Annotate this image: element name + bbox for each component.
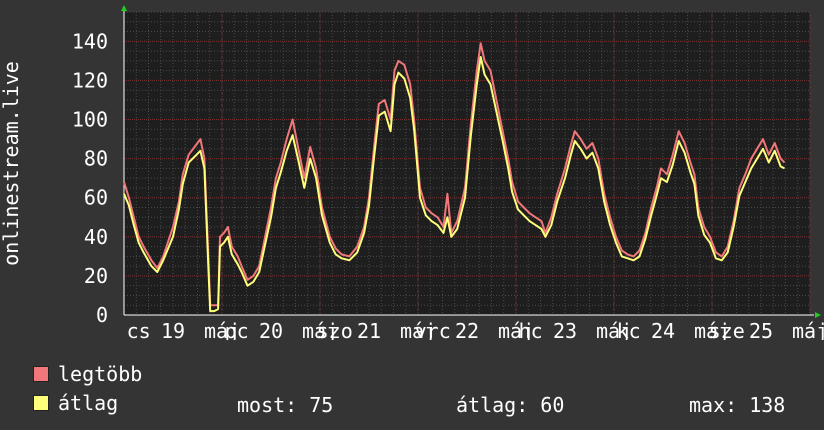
y-tick-label: 60 (84, 186, 108, 210)
x-tick-label: sze (709, 319, 745, 340)
x-axis-arrow (815, 312, 821, 318)
legend-swatch-avg (33, 395, 49, 411)
x-tick-label: pc (225, 319, 249, 340)
x-tick-label: máj (792, 319, 824, 340)
legend-swatch-max (33, 366, 49, 382)
y-tick-label: 140 (72, 29, 108, 53)
stat-average: átlag: 60 (456, 393, 565, 417)
x-tick-label: vrc (415, 319, 451, 340)
x-tick-label: 22 (455, 319, 479, 340)
x-tick-label: 20 (259, 319, 283, 340)
y-tick-label: 0 (96, 303, 108, 327)
x-tick-label: szo (317, 319, 353, 340)
y-tick-label: 20 (84, 264, 108, 288)
y-axis-label: onlinestream.live (0, 61, 23, 266)
legend-label-max: legtöbb (58, 362, 143, 386)
legend-label-avg: átlag (58, 391, 119, 415)
x-tick-label: 24 (651, 319, 675, 340)
x-tick-label: hc (519, 319, 543, 340)
chart-container: 0 20 40 60 80 100 120 140 cs 19 máj pc 20 máj szo 21 máj… (0, 0, 824, 430)
x-tick-label: cs (127, 319, 151, 340)
line-chart: 020406080100120140cs 19 májpc 20 májszo 21 máj… (0, 5, 824, 340)
y-axis-arrow (121, 5, 127, 11)
y-tick-label: 80 (84, 147, 108, 171)
y-tick-label: 40 (84, 225, 108, 249)
x-tick-label: 19 (161, 319, 185, 340)
y-tick-label: 100 (72, 108, 108, 132)
stat-now: most: 75 (237, 393, 334, 417)
x-tick-label: kc (617, 319, 641, 340)
stat-max: max: 138 (689, 393, 786, 417)
x-tick-label: 25 (749, 319, 773, 340)
y-tick-label: 120 (72, 68, 108, 92)
x-tick-label: 21 (357, 319, 381, 340)
x-tick-label: 23 (553, 319, 577, 340)
